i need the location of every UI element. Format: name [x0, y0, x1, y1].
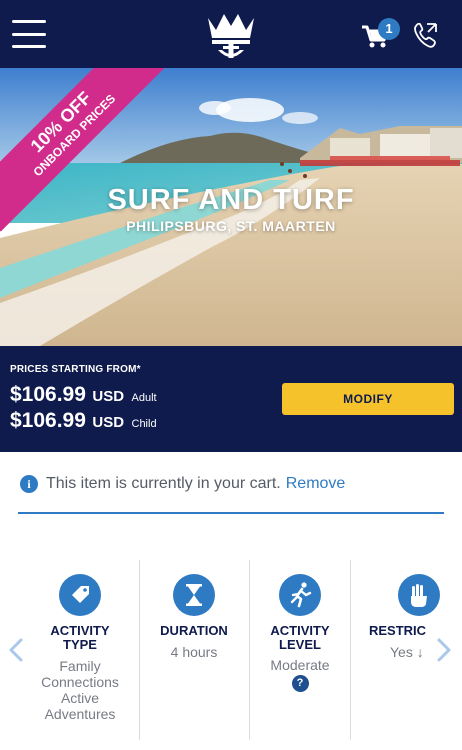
excursion-location: PHILIPSBURG, ST. MAARTEN — [126, 218, 336, 234]
feature-value: Family Connections Active Adventures — [41, 658, 119, 722]
activity-features-carousel: ACTIVITY TYPE Family Connections Active … — [0, 560, 462, 740]
feature-activity-level: ACTIVITY LEVEL Moderate ? — [252, 560, 348, 740]
feature-activity-type: ACTIVITY TYPE Family Connections Active … — [28, 560, 132, 740]
child-currency: USD — [92, 414, 125, 431]
adult-price-row: $106.99 USD Adult — [10, 383, 157, 407]
top-nav-bar: 1 — [0, 0, 462, 68]
hamburger-menu-icon[interactable] — [12, 20, 46, 48]
price-panel: PRICES STARTING FROM* $106.99 USD Adult … — [0, 346, 462, 452]
feature-separator — [249, 560, 250, 740]
running-person-icon — [279, 574, 321, 616]
remove-link[interactable]: Remove — [286, 475, 346, 493]
section-divider — [18, 512, 444, 514]
hand-icon — [398, 574, 440, 616]
excursion-title: SURF AND TURF — [107, 184, 355, 216]
feature-title: DURATION — [160, 623, 228, 638]
feature-help: ? — [252, 673, 348, 692]
adult-currency: USD — [92, 388, 125, 405]
feature-title: ACTIVITY LEVEL — [270, 623, 330, 652]
feature-separator — [139, 560, 140, 740]
adult-price: $106.99 — [10, 383, 86, 406]
tag-icon — [59, 574, 101, 616]
help-icon[interactable]: ? — [291, 675, 309, 692]
feature-separator — [350, 560, 351, 740]
feature-value: Moderate — [270, 657, 330, 673]
phone-call-icon[interactable] — [410, 18, 440, 50]
info-icon: i — [20, 475, 38, 493]
cart-notice: i This item is currently in your cart. R… — [20, 472, 345, 496]
hourglass-icon — [173, 574, 215, 616]
crown-anchor-logo[interactable] — [200, 4, 262, 66]
feature-title: ACTIVITY TYPE — [50, 623, 110, 652]
chevron-left-icon[interactable] — [6, 636, 26, 664]
child-label: Child — [131, 418, 157, 430]
cart-notice-text: This item is currently in your cart. — [46, 475, 281, 492]
child-price-row: $106.99 USD Child — [10, 409, 157, 433]
feature-duration: DURATION 4 hours — [146, 560, 242, 740]
cart-count-badge: 1 — [378, 18, 400, 40]
price-label: PRICES STARTING FROM* — [10, 364, 141, 375]
modify-button[interactable]: MODIFY — [282, 383, 454, 415]
chevron-right-icon[interactable] — [434, 636, 454, 664]
feature-value: 4 hours — [170, 644, 218, 660]
hero-banner: 10% OFF ONBOARD PRICES SURF AND TURF PHI… — [0, 68, 462, 346]
child-price: $106.99 — [10, 409, 86, 432]
adult-label: Adult — [131, 392, 157, 404]
